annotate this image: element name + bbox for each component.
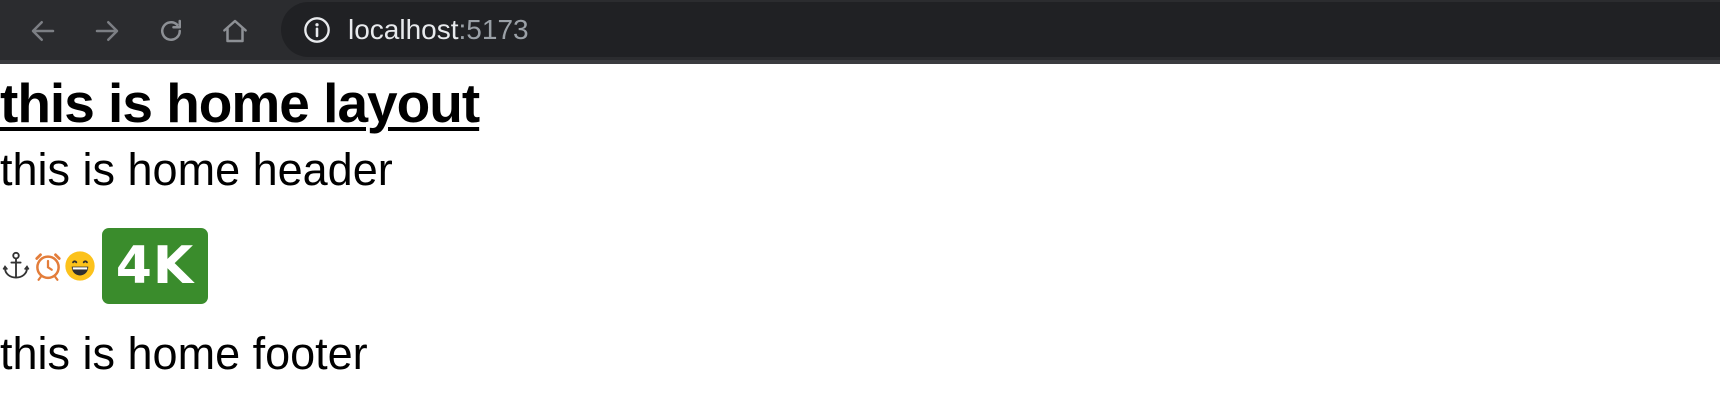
url-host: localhost <box>348 13 459 45</box>
anchor-icon <box>0 250 32 282</box>
grinning-face-icon <box>64 250 96 282</box>
back-button[interactable] <box>23 11 63 51</box>
alarm-clock-icon <box>32 250 64 282</box>
home-header: this is home header <box>0 144 393 195</box>
reload-icon <box>161 19 181 41</box>
reload-button[interactable] <box>151 11 191 51</box>
home-icon <box>223 19 247 43</box>
forward-button[interactable] <box>87 11 127 51</box>
layout-title: this is home layout <box>0 72 480 134</box>
info-icon[interactable] <box>302 15 332 45</box>
4k-badge: 4K <box>102 228 208 304</box>
browser-toolbar: localhost:5173 <box>0 0 1720 64</box>
arrow-left-icon <box>31 21 55 41</box>
address-bar[interactable]: localhost:5173 <box>281 2 1720 57</box>
home-button[interactable] <box>215 11 255 51</box>
emoji-row: 4K <box>0 226 208 306</box>
url-text[interactable]: localhost:5173 <box>348 14 529 46</box>
home-footer: this is home footer <box>0 328 368 379</box>
url-port: :5173 <box>458 13 529 45</box>
arrow-right-icon <box>95 21 119 41</box>
